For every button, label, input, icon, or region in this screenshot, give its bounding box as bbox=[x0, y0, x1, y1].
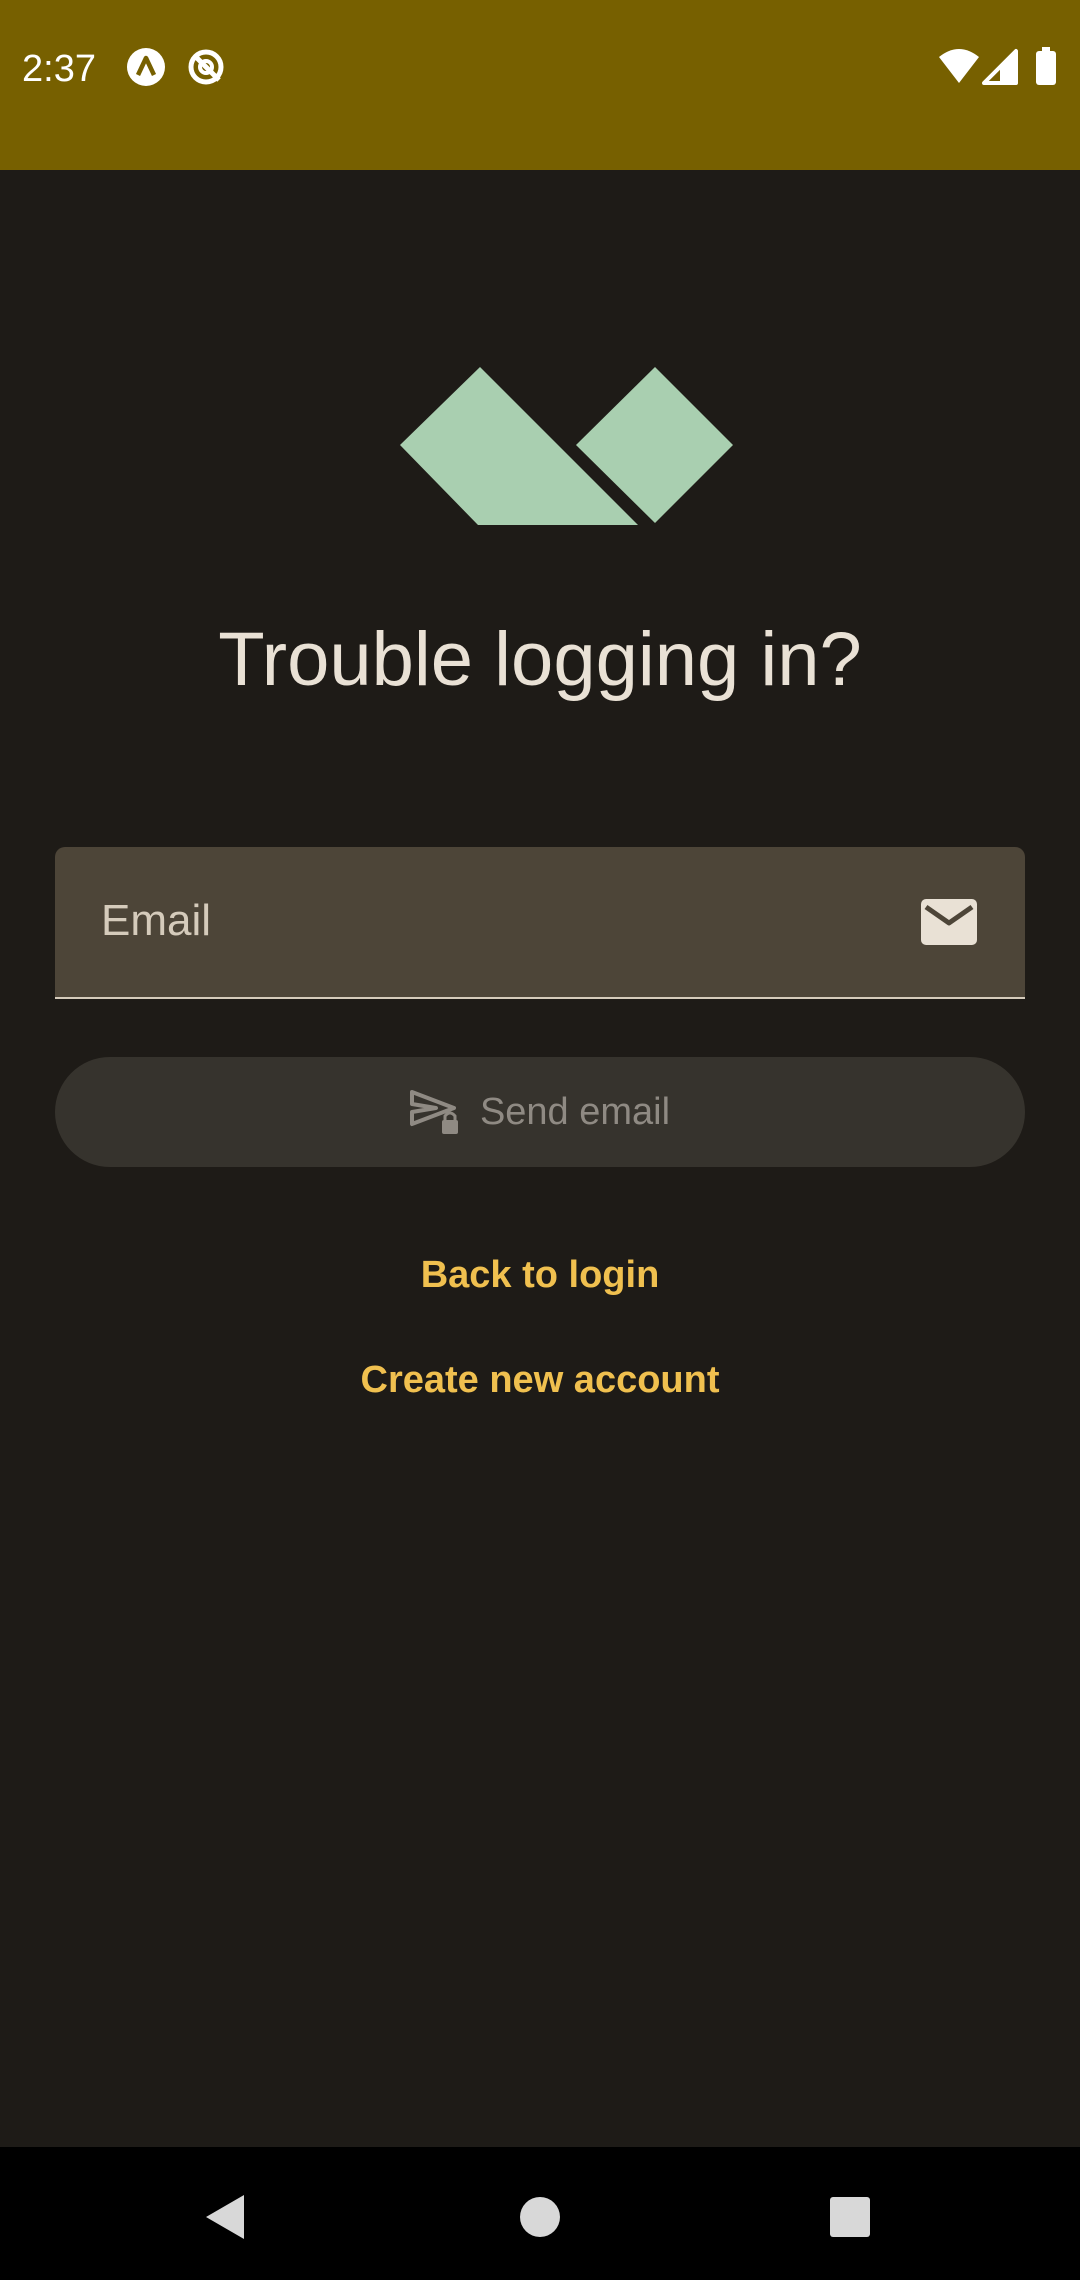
back-icon[interactable] bbox=[196, 2187, 256, 2247]
cell-signal-icon bbox=[980, 47, 1020, 87]
send-locked-icon bbox=[409, 1088, 462, 1136]
email-input[interactable] bbox=[99, 885, 903, 957]
wifi-icon bbox=[937, 47, 981, 87]
mail-icon bbox=[921, 899, 977, 945]
email-field[interactable] bbox=[55, 847, 1025, 999]
home-icon[interactable] bbox=[510, 2187, 570, 2247]
create-account-link[interactable]: Create new account bbox=[361, 1359, 720, 1401]
recents-icon[interactable] bbox=[820, 2187, 880, 2247]
app-notification-icon bbox=[126, 47, 166, 87]
forgot-password-screen: 2:37 Trouble logging in? Email Send emai… bbox=[0, 0, 1080, 2280]
send-email-button[interactable]: Send email bbox=[55, 1057, 1025, 1167]
battery-icon bbox=[1034, 47, 1058, 87]
navigation-bar bbox=[0, 2147, 1080, 2280]
page-title: Trouble logging in? bbox=[218, 617, 862, 702]
status-bar: 2:37 bbox=[0, 0, 1080, 170]
back-to-login-row: Back to login bbox=[0, 1250, 1080, 1300]
back-to-login-link[interactable]: Back to login bbox=[421, 1254, 660, 1296]
create-account-row: Create new account bbox=[0, 1355, 1080, 1405]
status-time: 2:37 bbox=[22, 48, 96, 90]
sync-off-icon bbox=[186, 47, 226, 87]
app-logo-icon bbox=[400, 365, 735, 527]
send-email-label: Send email bbox=[479, 1091, 671, 1133]
